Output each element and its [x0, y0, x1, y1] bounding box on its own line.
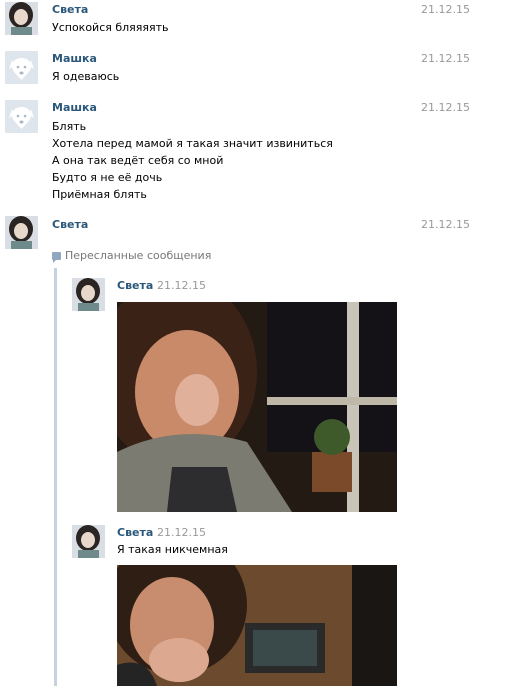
- message-text: Блять: [52, 120, 87, 133]
- dog-icon: [5, 51, 38, 84]
- forwarded-author[interactable]: Света: [117, 526, 153, 540]
- message-text: Будто я не её дочь: [52, 171, 163, 184]
- avatar[interactable]: [5, 51, 38, 84]
- message-text: Успокойся бляяяять: [52, 21, 169, 34]
- message-text: Приёмная блять: [52, 188, 147, 201]
- avatar[interactable]: [72, 278, 105, 311]
- message-author[interactable]: Света: [52, 218, 88, 232]
- message-text: Хотела перед мамой я такая значит извини…: [52, 137, 333, 150]
- forwarded-messages-label[interactable]: Пересланные сообщения: [52, 249, 211, 263]
- message-text: А она так ведёт себя со мной: [52, 154, 224, 167]
- dog-icon: [5, 100, 38, 133]
- photo-attachment[interactable]: [117, 302, 397, 512]
- message-date[interactable]: 21.12.15: [421, 52, 470, 66]
- message-date[interactable]: 21.12.15: [421, 3, 470, 17]
- avatar[interactable]: [5, 100, 38, 133]
- photo-attachment[interactable]: [117, 565, 397, 686]
- forwarded-bar: [54, 268, 57, 686]
- forwarded-date[interactable]: 21.12.15: [157, 526, 206, 540]
- avatar[interactable]: [5, 2, 38, 35]
- message-author[interactable]: Машка: [52, 52, 97, 66]
- forwarded-date[interactable]: 21.12.15: [157, 279, 206, 293]
- forwarded-text: Я такая никчемная: [117, 543, 228, 556]
- forwarded-author[interactable]: Света: [117, 279, 153, 293]
- message-date[interactable]: 21.12.15: [421, 218, 470, 232]
- message-author[interactable]: Машка: [52, 101, 97, 115]
- avatar[interactable]: [72, 525, 105, 558]
- message-date[interactable]: 21.12.15: [421, 101, 470, 115]
- message-text: Я одеваюсь: [52, 70, 120, 83]
- forward-message-icon: [52, 252, 61, 263]
- avatar[interactable]: [5, 216, 38, 249]
- forwarded-label-text: Пересланные сообщения: [65, 249, 212, 262]
- message-author[interactable]: Света: [52, 3, 88, 17]
